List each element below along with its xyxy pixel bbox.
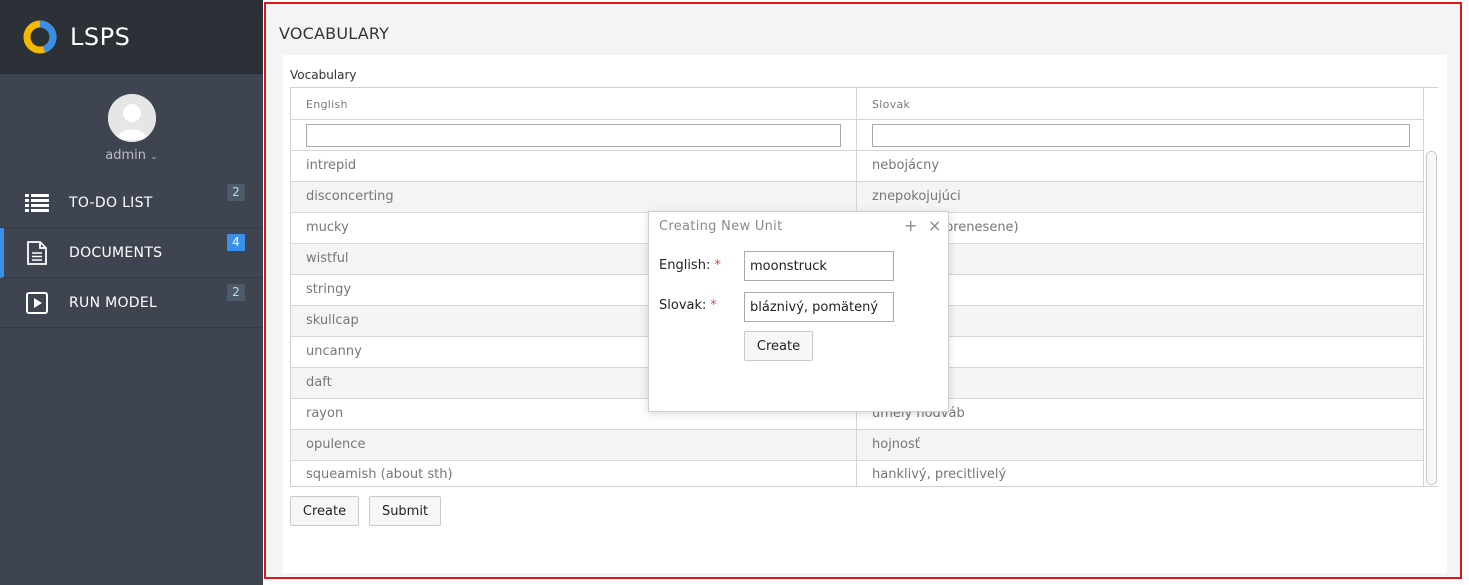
english-cell: disconcerting [291,182,857,212]
column-header-slovak[interactable]: Slovak [857,88,1424,119]
filter-row [291,120,1438,151]
nav-label: TO-DO LIST [69,194,153,211]
username-label: admin [105,148,147,163]
slovak-filter-input[interactable] [872,124,1410,147]
document-icon [24,240,50,265]
required-mark: * [710,298,717,313]
english-cell: intrepid [291,151,857,181]
slovak-field[interactable] [744,292,894,322]
dialog-title: Creating New Unit [659,219,783,234]
chevron-down-icon: ⌄ [150,152,158,162]
page-title: VOCABULARY [279,24,390,43]
create-button[interactable]: Create [290,496,359,526]
close-icon[interactable]: × [928,216,941,235]
avatar[interactable] [107,94,156,142]
list-icon [24,191,50,215]
table-row[interactable]: opulence hojnosť [291,430,1424,461]
grid-scrollbar[interactable] [1423,88,1438,486]
slovak-cell: nebojácny [857,151,1424,181]
filter-cell [857,120,1424,150]
sidebar: LSPS admin ⌄ TO-DO LIST 2 DOCUMENTS 4 RU… [0,0,263,585]
filter-cell [291,120,857,150]
english-label-text: English: [659,258,711,273]
slovak-cell: znepokojujúci [857,182,1424,212]
table-row[interactable]: intrepid nebojácny [291,151,1424,182]
table-row[interactable]: squeamish (about sth) hanklivý, precitli… [291,461,1424,487]
lsps-logo-icon [23,20,57,53]
count-badge: 2 [227,284,245,301]
english-field-label: English: * [659,258,721,273]
scrollbar-thumb[interactable] [1426,151,1437,485]
english-field[interactable] [744,251,894,281]
count-badge: 2 [227,184,245,201]
slovak-cell: hojnosť [857,430,1424,460]
english-cell: opulence [291,430,857,460]
dialog-create-button[interactable]: Create [744,331,813,361]
maximize-icon[interactable]: + [904,216,917,235]
user-silhouette-icon [107,94,156,142]
required-mark: * [714,258,721,273]
table-row[interactable]: disconcerting znepokojujúci [291,182,1424,213]
slovak-cell: hanklivý, precitlivelý [857,461,1424,487]
user-panel: admin ⌄ [0,74,263,178]
nav-label: DOCUMENTS [69,244,163,261]
submit-button[interactable]: Submit [369,496,441,526]
play-icon [24,291,50,315]
user-menu[interactable]: admin ⌄ [105,148,157,163]
panel-title: Vocabulary [290,68,357,82]
english-filter-input[interactable] [306,124,841,147]
nav-label: RUN MODEL [69,294,158,311]
slovak-field-label: Slovak: * [659,298,717,313]
create-unit-dialog: Creating New Unit + × English:* Slovak:*… [648,211,949,412]
nav-item-run-model[interactable]: RUN MODEL 2 [0,278,263,328]
nav-item-todo-list[interactable]: TO-DO LIST 2 [0,178,263,228]
app-name: LSPS [70,22,131,51]
slovak-label-text: Slovak: [659,298,707,313]
brand-bar: LSPS [0,0,263,74]
grid-header: English Slovak [291,88,1438,120]
nav-item-documents[interactable]: DOCUMENTS 4 [0,228,263,278]
english-cell: squeamish (about sth) [291,461,857,487]
count-badge: 4 [227,234,245,251]
column-header-english[interactable]: English [291,88,857,119]
